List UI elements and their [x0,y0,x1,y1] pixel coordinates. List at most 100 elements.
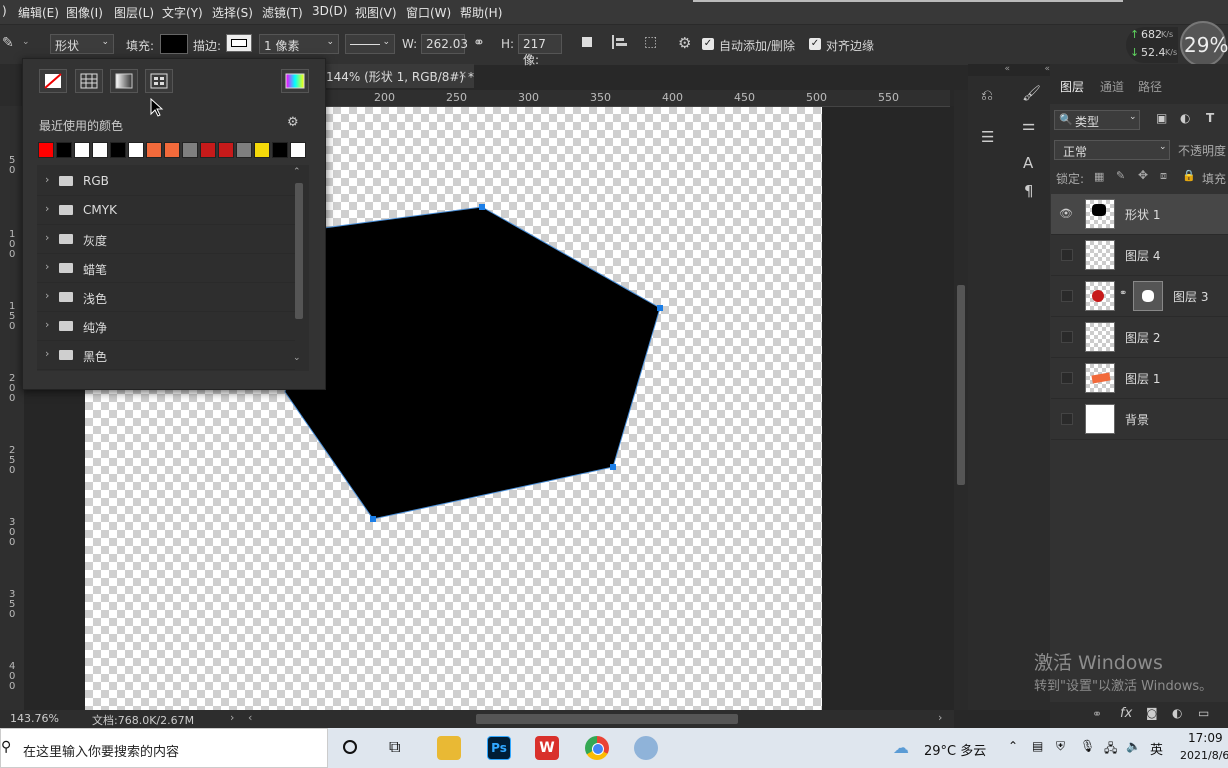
lock-artboard-icon[interactable]: ⧈ [1160,169,1167,183]
vertical-scrollbar[interactable] [954,90,968,710]
tab-layers[interactable]: 图层 [1060,78,1084,95]
layer-mask-thumbnail[interactable] [1133,281,1163,311]
scroll-up-icon[interactable]: ⌃ [293,167,301,177]
photoshop-icon[interactable]: Ps [487,736,511,760]
scroll-thumb[interactable] [295,183,303,319]
scroll-left-icon[interactable]: ‹ [248,711,252,724]
layer-row[interactable]: ⚭ 图层 3 [1051,276,1228,317]
anchor-point[interactable] [657,305,663,311]
visibility-toggle[interactable] [1061,372,1073,384]
solid-color-button[interactable] [75,69,103,93]
swatch-folder-row[interactable]: › 纯净 [37,312,295,341]
lock-position-icon[interactable]: ✥ [1138,168,1148,182]
chevron-right-icon[interactable]: › [45,318,49,331]
anchor-point[interactable] [610,464,616,470]
gear-icon[interactable]: ⚙ [287,115,299,130]
layer-thumbnail[interactable] [1085,240,1115,270]
swatch-folder-row[interactable]: › 黑色 [37,341,295,370]
brush-settings-icon[interactable]: ⚌ [1022,116,1035,134]
horizontal-scroll-thumb[interactable] [476,714,738,724]
chevron-right-icon[interactable]: › [45,347,49,360]
cortana-icon[interactable] [343,740,357,754]
clock-time[interactable]: 17:09 [1188,731,1223,745]
network-icon[interactable]: 🖧 [1104,739,1117,760]
color-swatch[interactable] [290,142,306,158]
layer-row[interactable]: 背景 [1051,399,1228,440]
filter-type-icon[interactable]: T [1206,111,1214,125]
color-swatch[interactable] [272,142,288,158]
layer-thumbnail[interactable] [1085,281,1115,311]
filter-adjustment-icon[interactable]: ◐ [1180,111,1190,125]
volume-icon[interactable]: 🔈 [1126,739,1141,753]
color-swatch[interactable] [236,142,252,158]
color-swatch[interactable] [128,142,144,158]
color-swatch[interactable] [92,142,108,158]
tab-channels[interactable]: 通道 [1100,78,1124,95]
blend-mode-select[interactable]: 正常 ⌄ [1054,140,1170,160]
history-icon[interactable]: ⎌ [981,86,993,104]
layer-row[interactable]: 👁 形状 1 [1051,194,1228,235]
link-layers-icon[interactable]: ⚭ [1092,707,1102,721]
lock-image-icon[interactable]: ✎ [1116,169,1125,182]
lock-transparent-icon[interactable]: ▦ [1094,170,1104,183]
color-swatch[interactable] [218,142,234,158]
add-mask-icon[interactable]: ◙ [1146,706,1158,720]
no-color-button[interactable] [39,69,67,93]
chat-app-icon[interactable] [634,736,658,760]
clock-date[interactable]: 2021/8/6 [1180,749,1228,762]
visibility-toggle[interactable] [1061,331,1073,343]
pentagon-shape[interactable] [284,206,661,520]
layer-row[interactable]: 图层 2 [1051,317,1228,358]
wps-icon[interactable]: W [535,736,559,760]
color-swatch[interactable] [146,142,162,158]
input-method-indicator[interactable]: 英 [1150,739,1163,758]
anchor-point[interactable] [370,516,376,522]
layer-row[interactable]: 图层 4 [1051,235,1228,276]
filter-pixel-icon[interactable]: ▣ [1156,111,1167,125]
pattern-button[interactable] [145,69,173,93]
layer-thumbnail[interactable] [1085,363,1115,393]
color-swatch[interactable] [164,142,180,158]
color-swatch[interactable] [182,142,198,158]
collapse-dock-icon[interactable]: « [1010,64,1050,76]
task-view-icon[interactable]: ⧉ [389,737,400,757]
brush-icon[interactable]: 🖌 [1022,84,1041,102]
adjustment-layer-icon[interactable]: ◐ [1172,706,1182,720]
swatch-folder-row[interactable]: › 灰度 [37,225,295,254]
layer-row[interactable]: 图层 1 [1051,358,1228,399]
paragraph-icon[interactable]: ¶ [1024,182,1034,200]
fx-icon[interactable]: fx [1120,706,1132,721]
lock-all-icon[interactable]: 🔒 [1182,169,1196,182]
color-picker-button[interactable] [281,69,309,93]
layer-thumbnail[interactable] [1085,322,1115,352]
color-swatch[interactable] [254,142,270,158]
tab-paths[interactable]: 路径 [1138,78,1162,95]
microphone-icon[interactable]: 🎙 [1080,739,1095,753]
zoom-level[interactable]: 143.76% [10,712,59,725]
adjustments-icon[interactable]: ☰ [981,128,994,146]
eye-icon[interactable]: 👁 [1059,207,1073,221]
layer-thumbnail[interactable] [1085,199,1115,229]
scroll-thumb[interactable] [957,285,965,485]
chevron-right-icon[interactable]: › [45,231,49,244]
new-group-icon[interactable]: ▭ [1198,706,1209,720]
color-swatch[interactable] [200,142,216,158]
swatch-folder-row[interactable]: › RGB [37,167,295,196]
security-icon[interactable]: ⛨ [1056,739,1065,754]
visibility-toggle[interactable] [1061,413,1073,425]
color-swatch[interactable] [74,142,90,158]
layer-filter-select[interactable]: 🔍 类型 ⌄ [1054,110,1140,130]
taskbar-search-box[interactable]: ⚲ 在这里输入你要搜索的内容 [0,728,328,768]
scroll-down-icon[interactable]: ⌄ [293,353,301,363]
status-menu-chevron-icon[interactable]: › [230,711,234,724]
color-swatch[interactable] [110,142,126,158]
swatch-folder-row[interactable]: › 蜡笔 [37,254,295,283]
anchor-point[interactable] [479,204,485,210]
scroll-right-icon[interactable]: › [938,711,942,724]
swatch-folder-row[interactable]: › CMYK [37,196,295,225]
tray-app-icon[interactable]: ▤ [1032,739,1043,753]
show-hidden-icons-icon[interactable]: ⌃ [1008,739,1018,753]
chrome-icon[interactable] [585,736,609,760]
visibility-toggle[interactable] [1061,290,1073,302]
character-icon[interactable]: A [1023,154,1033,172]
